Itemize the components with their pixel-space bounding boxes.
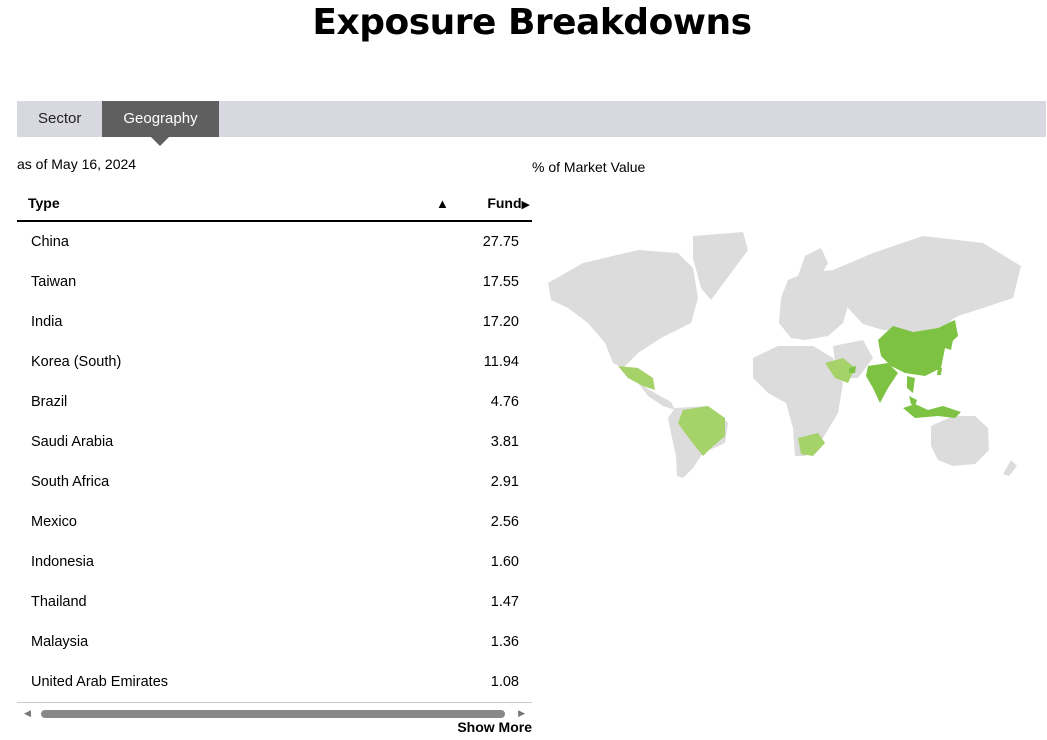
fund-weight: 2.56 — [490, 514, 519, 530]
map-central-america — [638, 383, 675, 410]
column-header-fund-label: Fund — [487, 195, 522, 211]
country-name: Malaysia — [31, 634, 89, 650]
table-row: Saudi Arabia 3.81 — [17, 422, 532, 462]
country-name: Saudi Arabia — [31, 434, 114, 450]
map-australia — [931, 416, 989, 466]
country-name: Taiwan — [31, 274, 77, 290]
country-name: Korea (South) — [31, 354, 122, 370]
column-header-fund[interactable]: Fund▶ — [480, 195, 532, 211]
world-map — [548, 232, 1021, 478]
table-row: Taiwan 17.55 — [17, 262, 532, 302]
fund-weight: 27.75 — [482, 234, 519, 250]
fund-weight: 1.08 — [490, 674, 519, 690]
fund-weight: 3.81 — [490, 434, 519, 450]
fund-weight: 11.94 — [483, 354, 519, 370]
country-name: China — [31, 234, 69, 250]
map-north-america — [548, 250, 698, 368]
map-india — [866, 363, 898, 403]
map-metric-label: % of Market Value — [532, 159, 646, 175]
country-name: Indonesia — [31, 554, 94, 570]
geography-table: Type ▲ Fund▶ China 27.75 Taiwan 17.55 India 1… — [17, 186, 532, 702]
table-body: China 27.75 Taiwan 17.55 India 17.20 Korea (So… — [17, 222, 532, 702]
table-row: Thailand 1.47 — [17, 582, 532, 622]
fund-weight: 1.60 — [490, 554, 519, 570]
map-indonesia — [903, 404, 961, 418]
scroll-right-icon[interactable]: ▶ — [518, 708, 525, 719]
table-row: United Arab Emirates 1.08 — [17, 662, 532, 702]
country-name: South Africa — [31, 474, 110, 490]
table-row: Brazil 4.76 — [17, 382, 532, 422]
as-of-date: as of May 16, 2024 — [17, 156, 137, 172]
table-row: Mexico 2.56 — [17, 502, 532, 542]
map-mexico — [618, 366, 655, 390]
map-new-zealand — [1003, 460, 1017, 476]
tab-geography[interactable]: Geography — [102, 101, 219, 146]
show-more-button[interactable]: Show More — [440, 719, 532, 735]
table-row: India 17.20 — [17, 302, 532, 342]
fund-weight: 1.47 — [490, 594, 519, 610]
map-russia-asia — [833, 236, 1021, 332]
table-row: Indonesia 1.60 — [17, 542, 532, 582]
map-greenland — [693, 232, 748, 300]
table-header: Type ▲ Fund▶ — [17, 186, 532, 222]
country-name: Mexico — [31, 514, 77, 530]
table-row: Malaysia 1.36 — [17, 622, 532, 662]
country-name: Brazil — [31, 394, 68, 410]
fund-weight: 4.76 — [490, 394, 519, 410]
fund-weight: 2.91 — [490, 474, 519, 490]
page-title: Exposure Breakdowns — [312, 2, 752, 43]
country-name: India — [31, 314, 63, 330]
table-row: China 27.75 — [17, 222, 532, 262]
country-name: Thailand — [31, 594, 87, 610]
fund-weight: 17.55 — [482, 274, 519, 290]
exposure-tabs: Sector Geography — [17, 101, 1046, 146]
fund-weight: 1.36 — [490, 634, 519, 650]
map-land — [548, 232, 1021, 478]
scroll-left-icon[interactable]: ◀ — [24, 708, 31, 719]
table-row: Korea (South) 11.94 — [17, 342, 532, 382]
table-row: South Africa 2.91 — [17, 462, 532, 502]
sort-ascending-icon[interactable]: ▲ — [436, 196, 480, 211]
tab-sector[interactable]: Sector — [17, 101, 102, 137]
column-header-type[interactable]: Type — [28, 195, 436, 211]
fund-arrow-icon: ▶ — [521, 199, 530, 211]
scrollbar-thumb[interactable] — [41, 710, 505, 718]
fund-weight: 17.20 — [482, 314, 519, 330]
country-name: United Arab Emirates — [31, 674, 169, 690]
map-thailand — [907, 376, 915, 393]
